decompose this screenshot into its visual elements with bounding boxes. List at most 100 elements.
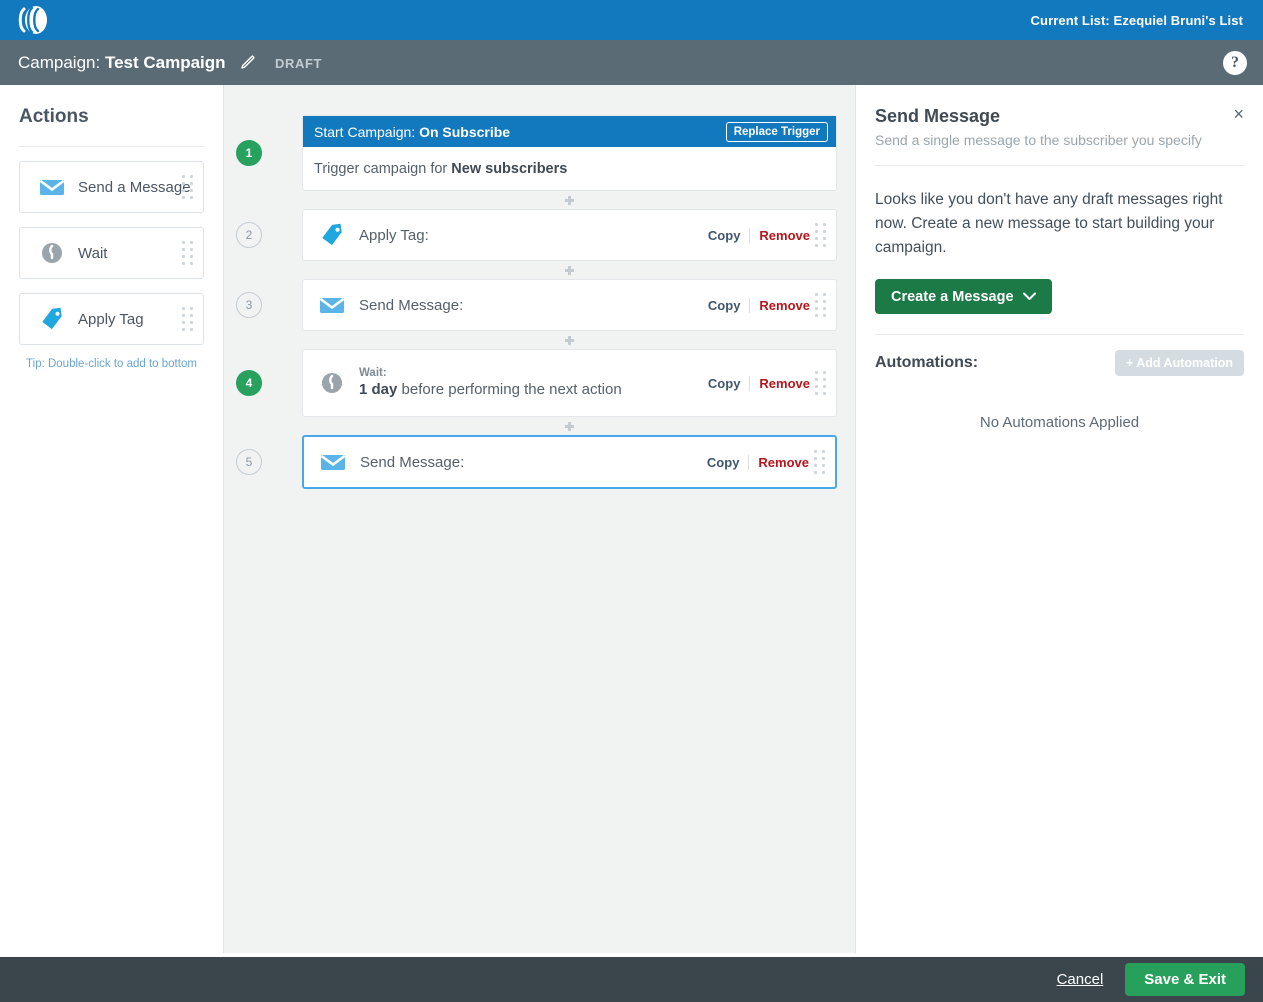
copy-button[interactable]: Copy xyxy=(708,298,741,313)
clock-icon xyxy=(38,241,66,265)
tag-icon xyxy=(38,307,66,331)
step-row: Apply Tag: Copy Remove xyxy=(303,210,836,260)
copy-button[interactable]: Copy xyxy=(707,455,740,470)
automations-row: Automations: + Add Automation xyxy=(875,350,1244,376)
drag-handle-icon[interactable] xyxy=(814,450,826,474)
wait-caption: Wait: xyxy=(359,366,622,380)
drag-handle-icon[interactable] xyxy=(815,293,827,317)
action-apply-tag[interactable]: Apply Tag xyxy=(19,293,204,345)
divider xyxy=(749,298,750,313)
replace-trigger-button[interactable]: Replace Trigger xyxy=(726,122,828,142)
close-icon[interactable]: × xyxy=(1233,106,1244,122)
remove-button[interactable]: Remove xyxy=(759,228,810,243)
drag-handle-icon[interactable] xyxy=(182,175,194,199)
add-step-icon[interactable] xyxy=(565,422,574,431)
campaign-canvas: 1 Start Campaign: On Subscribe Replace T… xyxy=(224,85,856,953)
no-automations-message: No Automations Applied xyxy=(875,414,1244,431)
tag-icon xyxy=(317,223,347,247)
step-label: Apply Tag: xyxy=(359,227,429,244)
flow-step-4: 4 Wait: 1 day before perfor xyxy=(302,349,837,417)
action-wait[interactable]: Wait xyxy=(19,227,204,279)
step-actions: Copy Remove xyxy=(708,228,810,243)
campaign-builder-app: Current List: Ezequiel Bruni's List Camp… xyxy=(0,0,1263,1002)
step-label: Send Message: xyxy=(360,454,464,471)
drag-handle-icon[interactable] xyxy=(182,241,194,265)
drag-handle-icon[interactable] xyxy=(815,371,827,395)
step-actions: Copy Remove xyxy=(708,298,810,313)
step-badge: 4 xyxy=(236,370,262,396)
step-row: Wait: 1 day before performing the next a… xyxy=(303,350,836,416)
step-card-wait[interactable]: Wait: 1 day before performing the next a… xyxy=(302,349,837,417)
step-badge: 1 xyxy=(236,140,262,166)
clock-icon xyxy=(317,371,347,395)
create-message-label: Create a Message xyxy=(891,289,1014,305)
help-icon[interactable]: ? xyxy=(1223,51,1247,75)
remove-button[interactable]: Remove xyxy=(758,455,809,470)
trigger-header: Start Campaign: On Subscribe Replace Tri… xyxy=(303,116,836,147)
actions-panel: Actions Send a Message xyxy=(0,85,224,953)
trigger-card[interactable]: Start Campaign: On Subscribe Replace Tri… xyxy=(302,115,837,191)
flow-step-2: 2 Apply Tag: Copy xyxy=(302,209,837,261)
step-badge: 5 xyxy=(236,449,262,475)
add-step-icon[interactable] xyxy=(565,266,574,275)
wait-rest: before performing the next action xyxy=(402,381,622,398)
action-label: Wait xyxy=(78,245,107,262)
flow-step-3: 3 Send Message: Copy xyxy=(302,279,837,331)
divider xyxy=(749,228,750,243)
wait-duration: 1 day xyxy=(359,381,397,398)
wait-description: 1 day before performing the next action xyxy=(359,380,622,400)
trigger-title: Start Campaign: On Subscribe xyxy=(314,124,510,140)
step-row: Send Message: Copy Remove xyxy=(304,437,835,487)
step-badge: 2 xyxy=(236,222,262,248)
action-send-a-message[interactable]: Send a Message xyxy=(19,161,204,213)
cancel-button[interactable]: Cancel xyxy=(1057,971,1104,988)
step-card-send-message-selected[interactable]: Send Message: Copy Remove xyxy=(302,435,837,489)
body-region: Actions Send a Message xyxy=(0,85,1263,953)
copy-button[interactable]: Copy xyxy=(708,228,741,243)
trigger-body-value: New subscribers xyxy=(451,161,567,177)
drag-handle-icon[interactable] xyxy=(182,307,194,331)
inspector-header: Send Message × xyxy=(875,106,1244,127)
add-automation-button[interactable]: + Add Automation xyxy=(1115,350,1244,376)
envelope-icon xyxy=(318,452,348,472)
drag-handle-icon[interactable] xyxy=(815,223,827,247)
trigger-body: Trigger campaign for New subscribers xyxy=(303,147,836,190)
pencil-icon[interactable] xyxy=(240,54,256,70)
remove-button[interactable]: Remove xyxy=(759,298,810,313)
inspector-divider xyxy=(875,334,1244,335)
create-a-message-button[interactable]: Create a Message xyxy=(875,279,1052,314)
add-step-icon[interactable] xyxy=(565,196,574,205)
save-and-exit-button[interactable]: Save & Exit xyxy=(1125,963,1245,996)
add-step-icon[interactable] xyxy=(565,336,574,345)
trigger-body-prefix: Trigger campaign for xyxy=(314,161,447,177)
page-title: Campaign: Test Campaign DRAFT xyxy=(18,52,322,73)
inspector-panel: Send Message × Send a single message to … xyxy=(856,85,1263,953)
actions-tip: Tip: Double-click to add to bottom xyxy=(19,358,204,370)
flow-connector[interactable] xyxy=(302,191,837,209)
drip-logo-icon[interactable] xyxy=(16,4,52,36)
chevron-down-icon xyxy=(1023,290,1036,304)
flow-connector[interactable] xyxy=(302,417,837,435)
flow-list: 1 Start Campaign: On Subscribe Replace T… xyxy=(302,115,837,489)
current-list-label[interactable]: Current List: Ezequiel Bruni's List xyxy=(1031,13,1243,28)
step-card-send-message[interactable]: Send Message: Copy Remove xyxy=(302,279,837,331)
campaign-bar: Campaign: Test Campaign DRAFT ? xyxy=(0,40,1263,85)
copy-button[interactable]: Copy xyxy=(708,376,741,391)
divider xyxy=(749,376,750,391)
flow-connector[interactable] xyxy=(302,331,837,349)
step-row: Send Message: Copy Remove xyxy=(303,280,836,330)
status-badge: DRAFT xyxy=(275,56,322,71)
inspector-title: Send Message xyxy=(875,106,1000,127)
trigger-title-value: On Subscribe xyxy=(419,124,510,140)
step-label: Send Message: xyxy=(359,297,463,314)
step-badge: 3 xyxy=(236,292,262,318)
wait-text-block: Wait: 1 day before performing the next a… xyxy=(359,366,622,400)
action-label: Send a Message xyxy=(78,179,191,196)
actions-heading: Actions xyxy=(19,106,204,147)
remove-button[interactable]: Remove xyxy=(759,376,810,391)
action-label: Apply Tag xyxy=(78,311,144,328)
inspector-subtitle: Send a single message to the subscriber … xyxy=(875,132,1244,166)
step-card-apply-tag[interactable]: Apply Tag: Copy Remove xyxy=(302,209,837,261)
flow-connector[interactable] xyxy=(302,261,837,279)
envelope-icon xyxy=(317,295,347,315)
